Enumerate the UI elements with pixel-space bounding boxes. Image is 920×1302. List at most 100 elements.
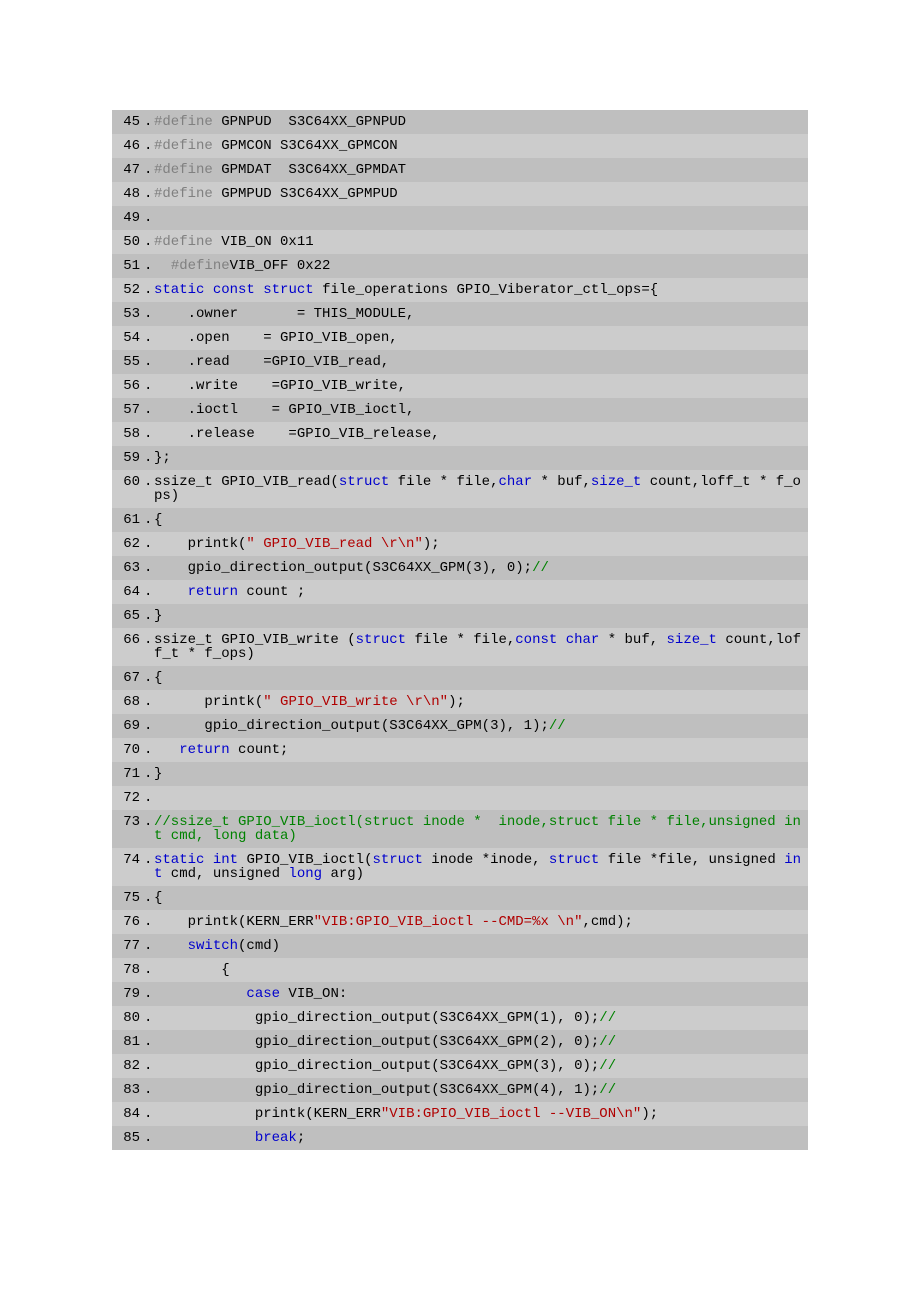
code-line: 66.ssize_t GPIO_VIB_write (struct file *… (112, 628, 808, 666)
code-token: .owner = THIS_MODULE, (154, 306, 431, 322)
code-token: // (599, 1034, 624, 1050)
code-line: 48.#define GPMPUD S3C64XX_GPMPUD (112, 182, 808, 206)
code-block: 45.#define GPNPUD S3C64XX_GPNPUD 46.#def… (112, 110, 808, 1150)
code-content: printk(KERN_ERR"VIB:GPIO_VIB_ioctl --VIB… (154, 1107, 804, 1121)
line-number: 50 (116, 235, 144, 249)
code-token: }; (154, 450, 188, 466)
code-token: return (188, 584, 238, 600)
line-number: 77 (116, 939, 144, 953)
code-content: }; (154, 451, 804, 465)
line-separator: . (144, 963, 154, 977)
code-content: { (154, 513, 804, 527)
code-token: { (154, 890, 179, 906)
line-number: 47 (116, 163, 144, 177)
code-line: 79. case VIB_ON: (112, 982, 808, 1006)
code-token: * buf, (532, 474, 591, 490)
code-token: ); (448, 694, 482, 710)
line-separator: . (144, 719, 154, 733)
code-line: 60.ssize_t GPIO_VIB_read(struct file * f… (112, 470, 808, 508)
code-content: printk(KERN_ERR"VIB:GPIO_VIB_ioctl --CMD… (154, 915, 804, 929)
code-line: 76. printk(KERN_ERR"VIB:GPIO_VIB_ioctl -… (112, 910, 808, 934)
code-token: "VIB:GPIO_VIB_ioctl --CMD=%x \n" (314, 914, 583, 930)
line-separator: . (144, 403, 154, 417)
code-line: 54. .open = GPIO_VIB_open, (112, 326, 808, 350)
code-content: } (154, 609, 804, 623)
code-line: 51. #defineVIB_OFF 0x22 (112, 254, 808, 278)
code-content (154, 791, 804, 805)
code-content: #define GPNPUD S3C64XX_GPNPUD (154, 115, 804, 129)
code-token: } (154, 766, 179, 782)
code-token: ,cmd); (582, 914, 649, 930)
code-line: 71.} (112, 762, 808, 786)
line-number: 79 (116, 987, 144, 1001)
code-token: file *file, unsigned (599, 852, 784, 868)
line-separator: . (144, 355, 154, 369)
code-line: 59.}; (112, 446, 808, 470)
line-number: 70 (116, 743, 144, 757)
code-line: 75.{ (112, 886, 808, 910)
code-content: .read =GPIO_VIB_read, (154, 355, 804, 369)
line-separator: . (144, 987, 154, 1001)
code-line: 83. gpio_direction_output(S3C64XX_GPM(4)… (112, 1078, 808, 1102)
code-content: .owner = THIS_MODULE, (154, 307, 804, 321)
line-separator: . (144, 139, 154, 153)
code-line: 56. .write =GPIO_VIB_write, (112, 374, 808, 398)
code-content: #define VIB_ON 0x11 (154, 235, 804, 249)
line-number: 64 (116, 585, 144, 599)
code-token (154, 742, 179, 758)
code-token: #define (154, 162, 213, 178)
code-token: .ioctl = GPIO_VIB_ioctl, (154, 402, 431, 418)
code-token: gpio_direction_output(S3C64XX_GPM(3), 0)… (154, 560, 532, 576)
line-separator: . (144, 1059, 154, 1073)
code-token: #define (154, 258, 230, 274)
code-token: ); (641, 1106, 675, 1122)
code-token: // (599, 1082, 624, 1098)
line-number: 65 (116, 609, 144, 623)
code-line: 69. gpio_direction_output(S3C64XX_GPM(3)… (112, 714, 808, 738)
line-separator: . (144, 283, 154, 297)
code-content: gpio_direction_output(S3C64XX_GPM(1), 0)… (154, 1011, 804, 1025)
line-separator: . (144, 815, 154, 829)
line-separator: . (144, 939, 154, 953)
line-number: 78 (116, 963, 144, 977)
code-token: { (154, 512, 188, 528)
line-number: 72 (116, 791, 144, 805)
code-token: char (498, 474, 532, 490)
code-content: #define GPMDAT S3C64XX_GPMDAT (154, 163, 804, 177)
code-token: #define (154, 138, 213, 154)
line-separator: . (144, 259, 154, 273)
code-token: .read =GPIO_VIB_read, (154, 354, 406, 370)
code-token: gpio_direction_output(S3C64XX_GPM(2), 0)… (154, 1034, 599, 1050)
code-line: 55. .read =GPIO_VIB_read, (112, 350, 808, 374)
code-token: VIB_ON: (280, 986, 364, 1002)
code-content: .open = GPIO_VIB_open, (154, 331, 804, 345)
code-token: ; (297, 1130, 322, 1146)
code-line: 82. gpio_direction_output(S3C64XX_GPM(3)… (112, 1054, 808, 1078)
line-separator: . (144, 743, 154, 757)
line-number: 63 (116, 561, 144, 575)
line-separator: . (144, 427, 154, 441)
line-number: 45 (116, 115, 144, 129)
code-token (204, 282, 212, 298)
code-content: break; (154, 1131, 804, 1145)
code-line: 77. switch(cmd) (112, 934, 808, 958)
code-token: struct (339, 474, 389, 490)
code-content: case VIB_ON: (154, 987, 804, 1001)
code-token: // (549, 718, 574, 734)
code-line: 67.{ (112, 666, 808, 690)
code-token: gpio_direction_output(S3C64XX_GPM(3), 0)… (154, 1058, 599, 1074)
code-token (154, 938, 188, 954)
line-number: 69 (116, 719, 144, 733)
code-line: 65.} (112, 604, 808, 628)
line-separator: . (144, 211, 154, 225)
code-token: file_operations GPIO_Viberator_ctl_ops={ (314, 282, 675, 298)
line-number: 75 (116, 891, 144, 905)
code-content: .ioctl = GPIO_VIB_ioctl, (154, 403, 804, 417)
code-token: case (246, 986, 280, 1002)
line-separator: . (144, 633, 154, 647)
line-separator: . (144, 915, 154, 929)
code-line: 64. return count ; (112, 580, 808, 604)
code-content: //ssize_t GPIO_VIB_ioctl(struct inode * … (154, 815, 804, 843)
code-line: 80. gpio_direction_output(S3C64XX_GPM(1)… (112, 1006, 808, 1030)
code-token: ); (423, 536, 457, 552)
